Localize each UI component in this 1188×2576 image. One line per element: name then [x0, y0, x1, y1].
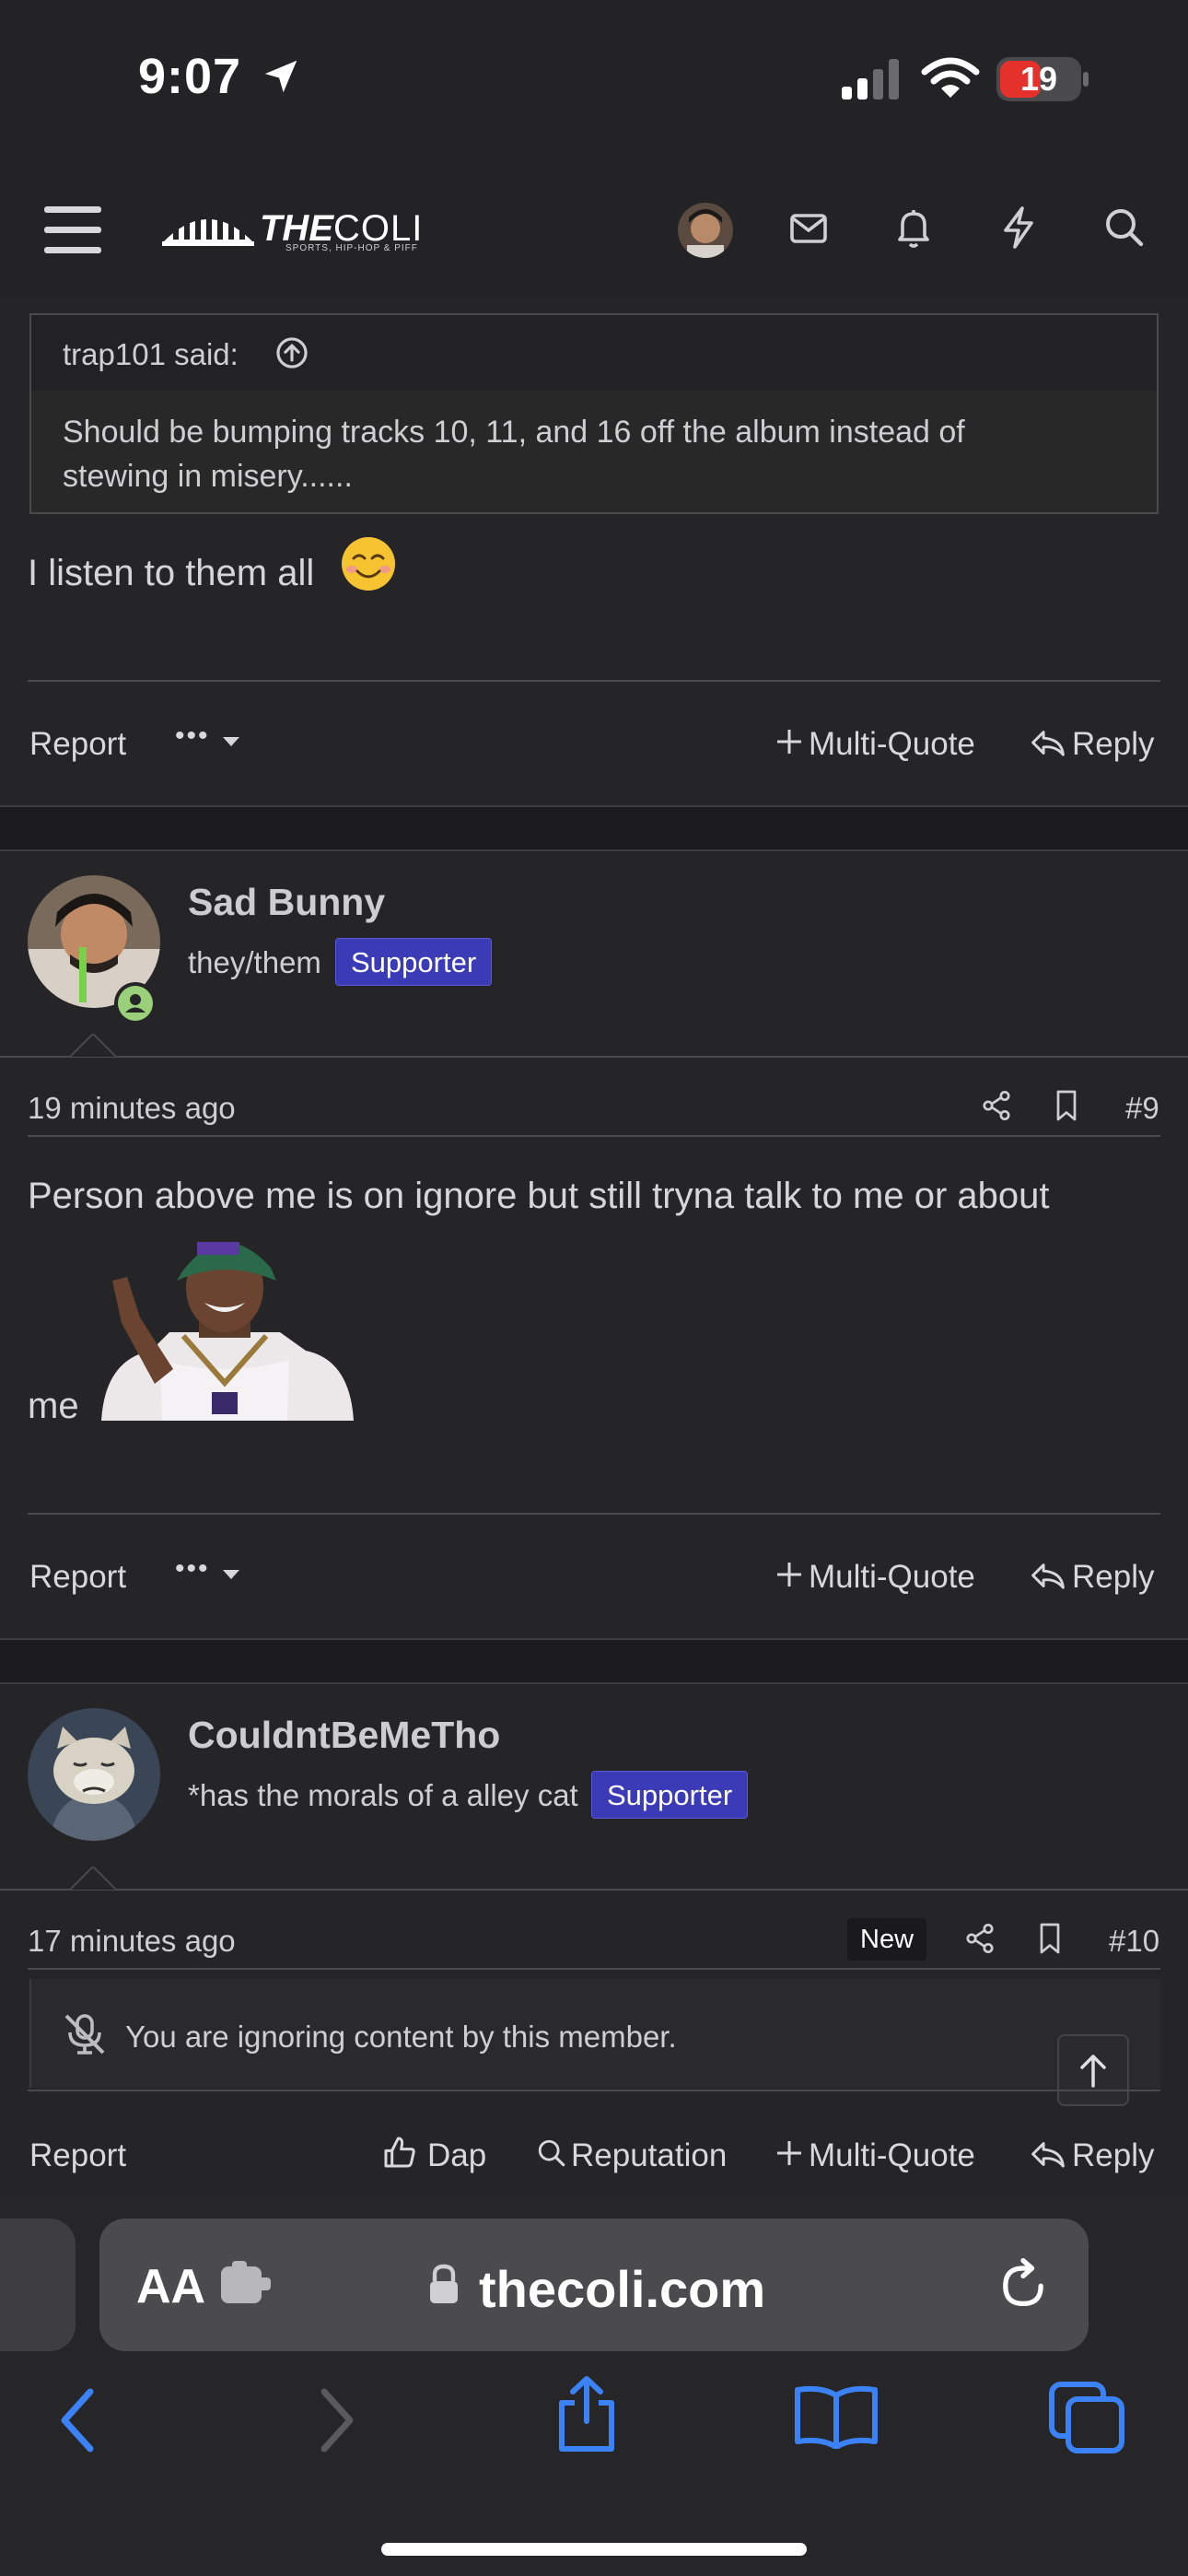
dap-button[interactable]: Dap: [427, 2137, 486, 2174]
avatar[interactable]: [28, 1708, 160, 1841]
report-button[interactable]: Report: [29, 726, 126, 763]
reply-button[interactable]: Reply: [1072, 1559, 1154, 1596]
reaction-gif-image: [96, 1222, 354, 1421]
home-indicator: [381, 2543, 807, 2556]
report-button[interactable]: Report: [29, 2137, 126, 2174]
ignore-notice-text: You are ignoring content by this member.: [125, 2020, 677, 2054]
scroll-to-top-button[interactable]: [1057, 2034, 1129, 2106]
post-time[interactable]: 19 minutes ago: [28, 1091, 236, 1126]
chevron-down-icon[interactable]: [221, 1568, 241, 1581]
divider: [28, 2090, 1160, 2091]
chevron-down-icon[interactable]: [221, 735, 241, 748]
post-number[interactable]: #10: [1109, 1924, 1159, 1959]
bookmark-icon[interactable]: [1052, 1089, 1081, 1122]
lock-icon: [427, 2263, 460, 2305]
post-body-line-1: Person above me is on ignore but still t…: [28, 1176, 1050, 1216]
reply-icon[interactable]: [1030, 726, 1066, 759]
bookmark-icon[interactable]: [1035, 1922, 1065, 1955]
divider: [0, 1889, 1188, 1891]
reputation-button[interactable]: Reputation: [571, 2137, 727, 2174]
battery-percent: 19: [1019, 60, 1058, 98]
message-arrow: [70, 1034, 116, 1058]
divider: [0, 1056, 1188, 1058]
status-time: 9:07: [138, 49, 242, 104]
multi-quote-button[interactable]: Multi-Quote: [809, 2137, 975, 2174]
post-body-line-2: me: [28, 1386, 79, 1426]
extension-icon[interactable]: [219, 2261, 274, 2309]
share-icon[interactable]: [980, 1089, 1013, 1122]
back-icon[interactable]: [55, 2386, 101, 2454]
tabs-icon[interactable]: [1048, 2381, 1125, 2454]
reply-button[interactable]: Reply: [1072, 726, 1154, 763]
user-title: *has the morals of a alley cat: [188, 1778, 578, 1812]
reply-icon[interactable]: [1030, 1559, 1066, 1592]
muted-mic-icon: [61, 2012, 109, 2056]
online-indicator: [114, 982, 157, 1025]
username[interactable]: Sad Bunny: [188, 881, 385, 924]
smiling-emoji-icon: [341, 536, 396, 591]
search-icon[interactable]: [1101, 205, 1146, 251]
plus-icon[interactable]: [775, 728, 803, 755]
thumbs-up-icon[interactable]: [381, 2134, 418, 2171]
share-icon[interactable]: [553, 2375, 621, 2454]
post-time[interactable]: 17 minutes ago: [28, 1924, 236, 1959]
plus-icon[interactable]: [775, 1561, 803, 1588]
divider: [28, 1968, 1160, 1970]
previous-tab-preview[interactable]: [0, 2219, 76, 2351]
divider: [28, 680, 1160, 682]
message-arrow: [70, 1867, 116, 1891]
battery-cap: [1083, 72, 1089, 87]
multi-quote-button[interactable]: Multi-Quote: [809, 1559, 975, 1596]
share-icon[interactable]: [963, 1922, 996, 1955]
search-icon[interactable]: [536, 2137, 567, 2169]
plus-icon[interactable]: [775, 2139, 803, 2167]
url-text[interactable]: thecoli.com: [479, 2259, 765, 2319]
new-badge: New: [847, 1918, 927, 1961]
quote-line-2: stewing in misery......: [63, 459, 353, 494]
reply-button[interactable]: Reply: [1072, 2137, 1154, 2174]
user-title: they/them: [188, 945, 321, 979]
post-separator: [0, 1638, 1188, 1684]
bookmarks-icon[interactable]: [794, 2384, 879, 2449]
location-arrow-icon: [260, 55, 302, 98]
forward-icon[interactable]: [313, 2386, 359, 2454]
more-button[interactable]: •••: [175, 1553, 210, 1585]
report-button[interactable]: Report: [29, 1559, 126, 1596]
quote-line-1: Should be bumping tracks 10, 11, and 16 …: [63, 415, 965, 450]
mail-icon[interactable]: [786, 206, 831, 251]
more-button[interactable]: •••: [175, 720, 210, 752]
bolt-icon[interactable]: [998, 205, 1039, 251]
supporter-badge: Supporter: [335, 938, 493, 986]
logo-subtitle: SPORTS, HIP-HOP & PIFF: [285, 243, 418, 253]
divider: [28, 1513, 1160, 1515]
quote-author[interactable]: trap101 said:: [63, 337, 239, 372]
post-number[interactable]: #9: [1125, 1091, 1159, 1126]
bell-icon[interactable]: [891, 205, 936, 251]
arrow-up-circle-icon[interactable]: [274, 335, 309, 370]
wifi-icon: [921, 57, 980, 100]
supporter-badge: Supporter: [591, 1771, 749, 1819]
reply-icon[interactable]: [1030, 2137, 1066, 2171]
text-size-button[interactable]: AA: [136, 2259, 205, 2314]
username[interactable]: CouldntBeMeTho: [188, 1714, 500, 1757]
signal-icon: [840, 59, 904, 100]
avatar[interactable]: [678, 203, 733, 258]
site-logo[interactable]: [160, 205, 256, 251]
multi-quote-button[interactable]: Multi-Quote: [809, 726, 975, 763]
post-separator: [0, 805, 1188, 851]
menu-icon[interactable]: [44, 205, 103, 256]
divider: [28, 1135, 1160, 1137]
post-body: I listen to them all: [28, 553, 315, 593]
reload-icon[interactable]: [996, 2257, 1050, 2313]
